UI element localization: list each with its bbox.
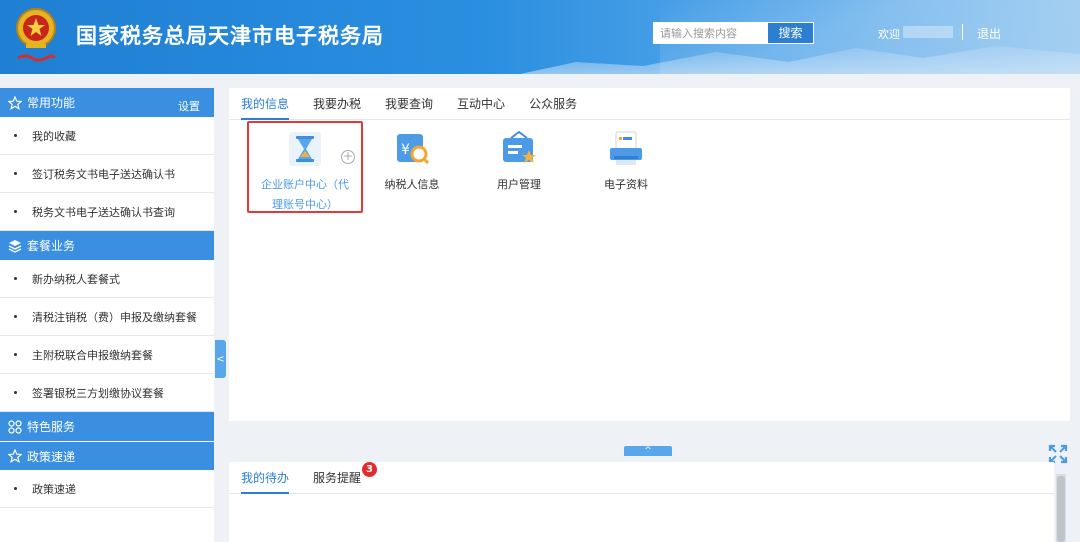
sidebar-item-label: 主附税联合申报缴纳套餐	[32, 348, 153, 362]
bottom-tabs: 我的待办 服务提醒 3	[229, 462, 1054, 494]
tile-label: 电子资料	[604, 178, 648, 191]
sidebar-item-label: 签署银税三方划缴协议套餐	[32, 386, 164, 400]
sidebar-item-label: 税务文书电子送达确认书查询	[32, 205, 175, 219]
sidebar-item-joint-declaration[interactable]: 主附税联合申报缴纳套餐	[0, 336, 214, 374]
tile-e-documents[interactable]: 电子资料	[576, 130, 676, 195]
sidebar-section-common[interactable]: 常用功能 设置	[0, 88, 214, 117]
sidebar-section-package[interactable]: 套餐业务	[0, 231, 214, 260]
tile-taxpayer-info[interactable]: ¥ 纳税人信息	[362, 130, 462, 195]
expand-panel-button[interactable]: ^	[624, 446, 672, 456]
sidebar-item-sign-e-delivery[interactable]: 签订税务文书电子送达确认书	[0, 155, 214, 193]
search-input[interactable]	[653, 22, 767, 44]
bullet	[14, 353, 17, 356]
tab-interaction[interactable]: 互动中心	[445, 88, 517, 119]
document-printer-icon	[610, 131, 642, 165]
tab-my-todo[interactable]: 我的待办	[229, 462, 301, 494]
bullet	[14, 134, 17, 137]
sidebar-item-label: 政策速递	[32, 482, 76, 496]
sidebar-item-favorites[interactable]: 我的收藏	[0, 117, 214, 155]
national-tax-emblem-icon	[16, 8, 56, 62]
tile-account-center[interactable]: 企业账户中心（代理账号中心）	[255, 130, 355, 215]
sidebar-item-label: 签订税务文书电子送达确认书	[32, 167, 175, 181]
tab-my-info[interactable]: 我的信息	[229, 88, 301, 120]
sidebar-item-label: 清税注销税（费）申报及缴纳套餐	[32, 310, 197, 324]
svg-text:¥: ¥	[401, 142, 410, 158]
tile-label: 企业账户中心（代理账号中心）	[261, 178, 349, 211]
main-panel: 我的信息 我要办税 我要查询 互动中心 公众服务 企业账户中心（代理账号中心） …	[229, 88, 1070, 421]
sidebar-item-tripartite-agreement[interactable]: 签署银税三方划缴协议套餐	[0, 374, 214, 412]
hourglass-icon	[289, 132, 321, 166]
bullet	[14, 277, 17, 280]
tile-label: 纳税人信息	[384, 178, 440, 191]
logout-link[interactable]: 退出	[977, 25, 1001, 42]
settings-link[interactable]: 设置	[178, 98, 200, 114]
tile-user-management[interactable]: 用户管理	[469, 130, 569, 195]
sidebar: 常用功能 设置 我的收藏 签订税务文书电子送达确认书 税务文书电子送达确认书查询…	[0, 88, 214, 542]
add-favorite-button[interactable]: +	[341, 150, 355, 164]
bullet	[14, 210, 17, 213]
tab-query[interactable]: 我要查询	[373, 88, 445, 119]
bottom-panel: 我的待办 服务提醒 3	[229, 462, 1054, 542]
welcome-text: 欢迎	[878, 28, 900, 41]
sidebar-item-deregistration[interactable]: 清税注销税（费）申报及缴纳套餐	[0, 298, 214, 336]
sidebar-section-featured[interactable]: 特色服务	[0, 412, 214, 441]
sidebar-item-new-taxpayer[interactable]: 新办纳税人套餐式	[0, 260, 214, 298]
reminder-count-badge: 3	[362, 462, 377, 477]
sidebar-item-label: 我的收藏	[32, 129, 76, 143]
bottom-scrollbar[interactable]	[1056, 474, 1066, 542]
sidebar-item-label: 新办纳税人套餐式	[32, 272, 120, 286]
layers-icon	[8, 239, 22, 253]
sidebar-item-policy[interactable]: 政策速递	[0, 470, 214, 508]
sidebar-item-query-e-delivery[interactable]: 税务文书电子送达确认书查询	[0, 193, 214, 231]
user-card-star-icon	[503, 130, 536, 163]
scrollbar-thumb[interactable]	[1057, 476, 1065, 542]
tab-public-service[interactable]: 公众服务	[517, 88, 589, 119]
header-divider	[962, 24, 963, 40]
star-icon	[8, 449, 22, 463]
page-title: 国家税务总局天津市电子税务局	[76, 24, 384, 48]
yuan-search-icon: ¥	[397, 134, 430, 165]
fullscreen-icon[interactable]	[1048, 444, 1068, 464]
search-button[interactable]: 搜索	[767, 22, 814, 44]
bullet	[14, 172, 17, 175]
tab-tax-handling[interactable]: 我要办税	[301, 88, 373, 119]
bullet	[14, 487, 17, 490]
sidebar-section-title: 常用功能	[27, 96, 76, 110]
bullet	[14, 391, 17, 394]
grid-icon	[8, 419, 22, 434]
sidebar-collapse-button[interactable]: <	[215, 340, 226, 378]
sidebar-section-title: 特色服务	[27, 420, 76, 434]
username-masked	[903, 26, 953, 38]
sidebar-section-title: 套餐业务	[27, 239, 76, 253]
sidebar-section-policy[interactable]: 政策速递	[0, 441, 214, 470]
sidebar-section-title: 政策速递	[27, 449, 76, 464]
bullet	[14, 315, 17, 318]
star-icon	[8, 95, 22, 110]
tile-label: 用户管理	[497, 178, 541, 191]
top-header: 国家税务总局天津市电子税务局 搜索 欢迎 退出	[0, 0, 1080, 74]
main-tabs: 我的信息 我要办税 我要查询 互动中心 公众服务	[229, 88, 1070, 120]
